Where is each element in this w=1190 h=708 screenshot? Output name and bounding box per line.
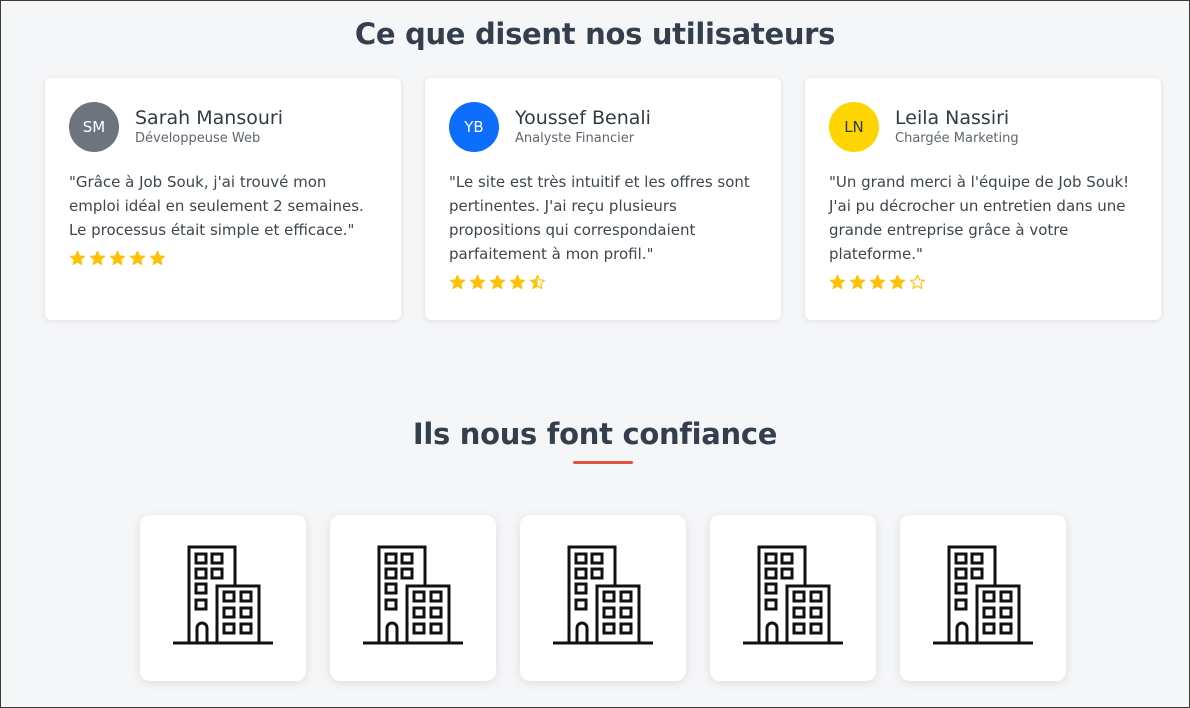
testimonial-role: Chargée Marketing [895,131,1019,146]
star-full-icon [849,274,866,294]
building-icon [361,544,465,652]
star-full-icon [109,250,126,270]
building-icon [931,544,1035,652]
testimonial-name: Youssef Benali [515,107,651,129]
building-icon [741,544,845,652]
testimonial-card: YB Youssef Benali Analyste Financier "Le… [425,78,781,320]
star-full-icon [489,274,506,294]
building-icon [171,544,275,652]
testimonial-quote: "Un grand merci à l'équipe de Job Souk! … [829,173,1130,263]
star-rating [69,250,377,270]
star-rating [829,274,1137,294]
star-full-icon [469,274,486,294]
testimonial-quote: "Le site est très intuitif et les offres… [449,173,750,263]
testimonial-name: Leila Nassiri [895,107,1010,129]
testimonial-card: SM Sarah Mansouri Développeuse Web "Grâc… [45,78,401,320]
testimonial-role: Développeuse Web [135,131,261,146]
partner-logo-card[interactable] [900,515,1066,681]
testimonial-quote: "Grâce à Job Souk, j'ai trouvé mon emplo… [69,173,364,239]
star-full-icon [129,250,146,270]
star-full-icon [829,274,846,294]
star-full-icon [509,274,526,294]
star-full-icon [869,274,886,294]
star-full-icon [889,274,906,294]
star-full-icon [89,250,106,270]
building-icon [551,544,655,652]
partner-logo-card[interactable] [330,515,496,681]
star-half-icon [529,274,546,294]
testimonial-card: LN Leila Nassiri Chargée Marketing "Un g… [805,78,1161,320]
avatar: SM [69,102,119,152]
star-rating [449,274,757,294]
star-full-icon [149,250,166,270]
testimonials-title: Ce que disent nos utilisateurs [354,17,836,51]
avatar: YB [449,102,499,152]
title-underline [573,461,633,464]
partner-logo-card[interactable] [710,515,876,681]
partners-title: Ils nous font confiance [412,417,778,451]
avatar: LN [829,102,879,152]
partner-logo-card[interactable] [520,515,686,681]
partner-logo-card[interactable] [140,515,306,681]
star-full-icon [449,274,466,294]
testimonial-role: Analyste Financier [515,131,635,146]
star-empty-icon [909,274,926,294]
testimonial-name: Sarah Mansouri [135,107,283,129]
star-full-icon [69,250,86,270]
